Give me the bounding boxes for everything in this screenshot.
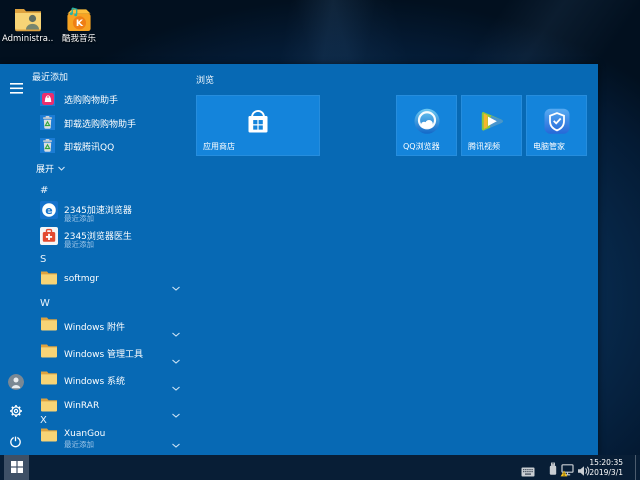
app-subtitle: 最近添加 [64,240,94,249]
power-icon[interactable] [9,433,22,452]
folder-icon [40,316,58,335]
settings-gear-icon[interactable] [9,403,23,422]
section-letter[interactable]: # [40,185,48,196]
app-row-2345-browser[interactable]: e 2345加速浏览器 最近添加 [34,201,190,227]
folder-label: Windows 管理工具 [64,350,144,360]
desktop-icon-administrator[interactable]: Administra... [2,5,54,44]
recently-added-header: 最近添加 [32,73,69,83]
folder-label: softmgr [64,274,99,284]
tile-label: 应用商店 [203,142,235,151]
folder-icon [40,397,58,416]
folder-row-windows-system[interactable]: Windows 系统 [34,370,190,392]
pc-manager-icon [542,106,572,140]
app-label: 卸载选购购物助手 [64,120,137,130]
user-avatar[interactable] [8,374,24,390]
svg-text:K: K [76,18,84,29]
tile-pc-manager[interactable]: 电脑管家 [526,95,587,156]
app-subtitle: 最近添加 [64,214,94,223]
qq-browser-icon [412,106,442,140]
folder-label: Windows 附件 [64,323,126,333]
tile-qq-browser[interactable]: QQ浏览器 [396,95,457,156]
uninstall-trash-icon [40,138,55,153]
tile-label: 腾讯视频 [468,142,500,151]
show-desktop-button[interactable] [635,455,640,480]
start-menu: 最近添加 选购购物助手 卸载选购购物助手 卸载腾讯QQ 展开 # e 2345加… [0,64,598,455]
folder-subtitle: 最近添加 [64,440,94,449]
desktop-icon-label: Administra... [2,34,54,44]
uninstall-trash-icon [40,115,55,130]
folder-row-windows-accessories[interactable]: Windows 附件 [34,316,190,338]
section-letter[interactable]: W [40,298,50,309]
chevron-down-icon[interactable] [172,433,180,452]
store-icon [244,107,272,139]
expand-label: 展开 [36,165,55,175]
shopping-assistant-icon [40,91,55,106]
chevron-down-icon [58,164,65,174]
desktop-icon-kuwo-music[interactable]: K 酷我音乐 [53,5,105,44]
app-label: 选购购物助手 [64,96,119,106]
network-warning-icon[interactable] [560,462,575,481]
chevron-down-icon[interactable] [172,403,180,422]
clock-date: 2019/3/1 [589,467,623,477]
tencent-video-icon [477,106,507,140]
section-letter[interactable]: S [40,254,46,265]
administrator-folder-icon [2,5,54,32]
folder-icon [40,427,58,446]
folder-row-xuangou[interactable]: XuanGou 最近添加 [34,427,190,453]
app-row-uninstall-shopping-assistant[interactable]: 卸载选购购物助手 [34,115,190,137]
browser-doctor-icon [40,227,58,249]
app-label: 卸载腾讯QQ [64,143,115,153]
folder-label: WinRAR [64,401,100,411]
app-row-browser-doctor[interactable]: 2345浏览器医生 最近添加 [34,227,190,253]
folder-row-softmgr[interactable]: softmgr [34,270,190,292]
app-row-shopping-assistant[interactable]: 选购购物助手 [34,91,190,113]
chevron-down-icon[interactable] [172,322,180,341]
folder-icon [40,270,58,289]
app-row-uninstall-qq[interactable]: 卸载腾讯QQ [34,138,190,160]
folder-row-winrar[interactable]: WinRAR [34,397,190,419]
folder-label: Windows 系统 [64,377,126,387]
tray-clock[interactable]: 15:20:35 2019/3/1 [579,458,623,477]
taskbar: 15:20:35 2019/3/1 [0,455,640,480]
desktop-icon-label: 酷我音乐 [61,34,96,44]
folder-icon [40,370,58,389]
chevron-down-icon[interactable] [172,349,180,368]
clock-time: 15:20:35 [589,458,623,467]
folder-icon [40,343,58,362]
start-button[interactable] [4,455,29,480]
tile-label: 电脑管家 [533,142,565,151]
tile-group-label: 浏览 [196,76,215,86]
2345-browser-icon: e [40,201,58,223]
tile-store[interactable]: 应用商店 [196,95,320,156]
usb-device-icon[interactable] [548,461,558,480]
tile-tencent-video[interactable]: 腾讯视频 [461,95,522,156]
section-letter[interactable]: X [40,415,47,426]
svg-text:e: e [45,204,52,217]
chevron-down-icon[interactable] [172,276,180,295]
expand-button[interactable]: 展开 [36,162,65,175]
tile-label: QQ浏览器 [403,142,440,151]
kuwo-music-icon: K [53,5,105,32]
folder-row-windows-admin-tools[interactable]: Windows 管理工具 [34,343,190,365]
touch-keyboard-icon[interactable] [521,462,535,481]
windows-logo-icon [10,458,23,477]
folder-label: XuanGou [64,429,106,439]
chevron-down-icon[interactable] [172,376,180,395]
hamburger-icon[interactable] [10,79,23,98]
